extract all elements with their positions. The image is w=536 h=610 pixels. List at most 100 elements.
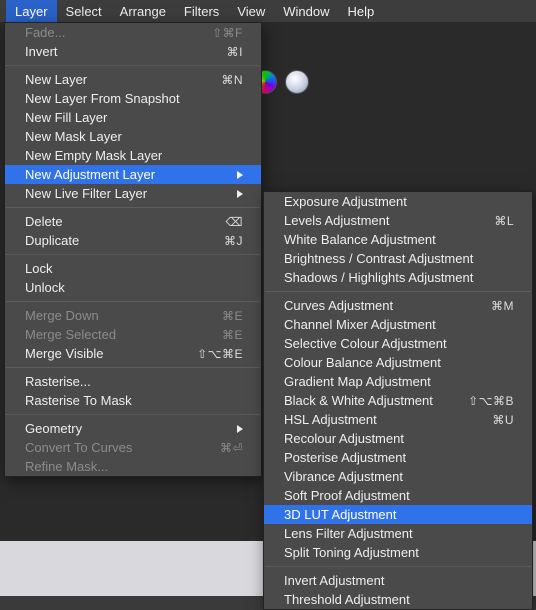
- sphere-shade-icon[interactable]: [285, 70, 309, 94]
- menubar-item-arrange[interactable]: Arrange: [111, 0, 175, 22]
- menubar-item-view[interactable]: View: [228, 0, 274, 22]
- submenu-arrow-icon: [237, 171, 243, 179]
- menu-item-label: New Mask Layer: [25, 129, 243, 144]
- adjustment-item-brightness-contrast-adjustment[interactable]: Brightness / Contrast Adjustment: [264, 249, 532, 268]
- adjustment-item-shadows-highlights-adjustment[interactable]: Shadows / Highlights Adjustment: [264, 268, 532, 287]
- menu-item-shortcut: ⌘⏎: [220, 441, 243, 455]
- layer-menu-item-refine-mask: Refine Mask...: [5, 457, 261, 476]
- submenu-arrow-icon: [237, 190, 243, 198]
- adjustment-item-gradient-map-adjustment[interactable]: Gradient Map Adjustment: [264, 372, 532, 391]
- menu-item-label: Delete: [25, 214, 216, 229]
- menu-item-label: Exposure Adjustment: [284, 194, 514, 209]
- menubar-item-select[interactable]: Select: [57, 0, 111, 22]
- layer-menu: Fade...⇧⌘F Invert ⌘I New Layer ⌘N New Layer F…: [4, 22, 262, 477]
- adjustment-separator: [265, 291, 531, 292]
- layer-menu-separator: [6, 301, 260, 302]
- layer-menu-item-geometry[interactable]: Geometry: [5, 419, 261, 438]
- adjustment-item-selective-colour-adjustment[interactable]: Selective Colour Adjustment: [264, 334, 532, 353]
- menu-item-label: HSL Adjustment: [284, 412, 482, 427]
- adjustment-item-3d-lut-adjustment[interactable]: 3D LUT Adjustment: [264, 505, 532, 524]
- menu-item-label: Unlock: [25, 280, 243, 295]
- adjustment-item-black-white-adjustment[interactable]: Black & White Adjustment⇧⌥⌘B: [264, 391, 532, 410]
- menu-item-label: New Layer From Snapshot: [25, 91, 243, 106]
- layer-menu-separator: [6, 207, 260, 208]
- layer-menu-separator: [6, 367, 260, 368]
- menu-item-label: Merge Visible: [25, 346, 187, 361]
- layer-menu-item-new-empty-mask-layer[interactable]: New Empty Mask Layer: [5, 146, 261, 165]
- menu-item-label: Rasterise...: [25, 374, 243, 389]
- layer-menu-separator: [6, 414, 260, 415]
- menu-item-label: New Adjustment Layer: [25, 167, 229, 182]
- menu-item-shortcut: ⌘N: [221, 73, 243, 87]
- menubar-item-help[interactable]: Help: [339, 0, 384, 22]
- menu-item-label: Channel Mixer Adjustment: [284, 317, 514, 332]
- layer-menu-separator: [6, 254, 260, 255]
- menu-item-label: New Live Filter Layer: [25, 186, 229, 201]
- layer-menu-item-new-fill-layer[interactable]: New Fill Layer: [5, 108, 261, 127]
- adjustment-item-channel-mixer-adjustment[interactable]: Channel Mixer Adjustment: [264, 315, 532, 334]
- layer-menu-item-unlock[interactable]: Unlock: [5, 278, 261, 297]
- menu-item-label: Gradient Map Adjustment: [284, 374, 514, 389]
- menu-item-label: Curves Adjustment: [284, 298, 481, 313]
- menu-item-label: Lock: [25, 261, 243, 276]
- menu-item-label: Lens Filter Adjustment: [284, 526, 514, 541]
- layer-menu-item-invert[interactable]: Invert ⌘I: [5, 42, 261, 61]
- adjustment-item-vibrance-adjustment[interactable]: Vibrance Adjustment: [264, 467, 532, 486]
- adjustment-item-recolour-adjustment[interactable]: Recolour Adjustment: [264, 429, 532, 448]
- layer-menu-item-merge-selected: Merge Selected ⌘E: [5, 325, 261, 344]
- menu-item-label: Fade...: [25, 25, 202, 40]
- menu-item-label: Levels Adjustment: [284, 213, 484, 228]
- menu-item-shortcut: ⇧⌥⌘E: [197, 347, 243, 361]
- menu-item-shortcut: ⌘L: [494, 214, 514, 228]
- menu-item-shortcut: ⌘U: [492, 413, 514, 427]
- layer-menu-item-new-adjustment-layer[interactable]: New Adjustment Layer: [5, 165, 261, 184]
- menu-item-label: Threshold Adjustment: [284, 592, 514, 607]
- layer-menu-item-rasterise[interactable]: Rasterise...: [5, 372, 261, 391]
- adjustment-item-hsl-adjustment[interactable]: HSL Adjustment ⌘U: [264, 410, 532, 429]
- menubar-item-filters[interactable]: Filters: [175, 0, 228, 22]
- adjustment-item-levels-adjustment[interactable]: Levels Adjustment ⌘L: [264, 211, 532, 230]
- layer-menu-separator: [6, 65, 260, 66]
- layer-menu-item-new-mask-layer[interactable]: New Mask Layer: [5, 127, 261, 146]
- submenu-arrow-icon: [237, 425, 243, 433]
- adjustment-item-white-balance-adjustment[interactable]: White Balance Adjustment: [264, 230, 532, 249]
- layer-menu-item-new-live-filter-layer[interactable]: New Live Filter Layer: [5, 184, 261, 203]
- adjustment-item-exposure-adjustment[interactable]: Exposure Adjustment: [264, 192, 532, 211]
- menu-item-label: White Balance Adjustment: [284, 232, 514, 247]
- layer-menu-item-delete[interactable]: Delete⌫: [5, 212, 261, 231]
- adjustment-submenu: Exposure Adjustment Levels Adjustment ⌘L Wh…: [263, 191, 533, 610]
- menu-item-label: New Layer: [25, 72, 211, 87]
- menubar: LayerSelectArrangeFiltersViewWindowHelp: [0, 0, 536, 22]
- adjustment-item-split-toning-adjustment[interactable]: Split Toning Adjustment: [264, 543, 532, 562]
- layer-menu-item-rasterise-to-mask[interactable]: Rasterise To Mask: [5, 391, 261, 410]
- menu-item-label: Invert: [25, 44, 217, 59]
- layer-menu-item-new-layer-from-snapshot[interactable]: New Layer From Snapshot: [5, 89, 261, 108]
- menu-item-shortcut: ⇧⌥⌘B: [468, 394, 514, 408]
- menu-item-shortcut: ⌘E: [222, 328, 243, 342]
- menu-item-label: Geometry: [25, 421, 229, 436]
- adjustment-item-colour-balance-adjustment[interactable]: Colour Balance Adjustment: [264, 353, 532, 372]
- menu-item-label: New Empty Mask Layer: [25, 148, 243, 163]
- menu-item-label: Posterise Adjustment: [284, 450, 514, 465]
- layer-menu-item-duplicate[interactable]: Duplicate⌘J: [5, 231, 261, 250]
- adjustment-item-invert-adjustment[interactable]: Invert Adjustment: [264, 571, 532, 590]
- menu-item-label: Merge Selected: [25, 327, 212, 342]
- menu-item-shortcut: ⌘M: [491, 299, 514, 313]
- menu-item-shortcut: ⌘I: [227, 45, 243, 59]
- layer-menu-item-lock[interactable]: Lock: [5, 259, 261, 278]
- layer-menu-item-new-layer[interactable]: New Layer ⌘N: [5, 70, 261, 89]
- menu-item-shortcut: ⌘J: [224, 234, 243, 248]
- adjustment-item-soft-proof-adjustment[interactable]: Soft Proof Adjustment: [264, 486, 532, 505]
- menu-item-label: Merge Down: [25, 308, 212, 323]
- adjustment-item-threshold-adjustment[interactable]: Threshold Adjustment: [264, 590, 532, 609]
- menu-item-label: Rasterise To Mask: [25, 393, 243, 408]
- layer-menu-item-merge-visible[interactable]: Merge Visible ⇧⌥⌘E: [5, 344, 261, 363]
- menubar-item-window[interactable]: Window: [274, 0, 338, 22]
- adjustment-item-curves-adjustment[interactable]: Curves Adjustment ⌘M: [264, 296, 532, 315]
- menu-item-label: Split Toning Adjustment: [284, 545, 514, 560]
- adjustment-item-lens-filter-adjustment[interactable]: Lens Filter Adjustment: [264, 524, 532, 543]
- menubar-item-layer[interactable]: Layer: [6, 0, 57, 22]
- layer-menu-item-convert-to-curves: Convert To Curves⌘⏎: [5, 438, 261, 457]
- layer-menu-item-fade: Fade...⇧⌘F: [5, 23, 261, 42]
- adjustment-item-posterise-adjustment[interactable]: Posterise Adjustment: [264, 448, 532, 467]
